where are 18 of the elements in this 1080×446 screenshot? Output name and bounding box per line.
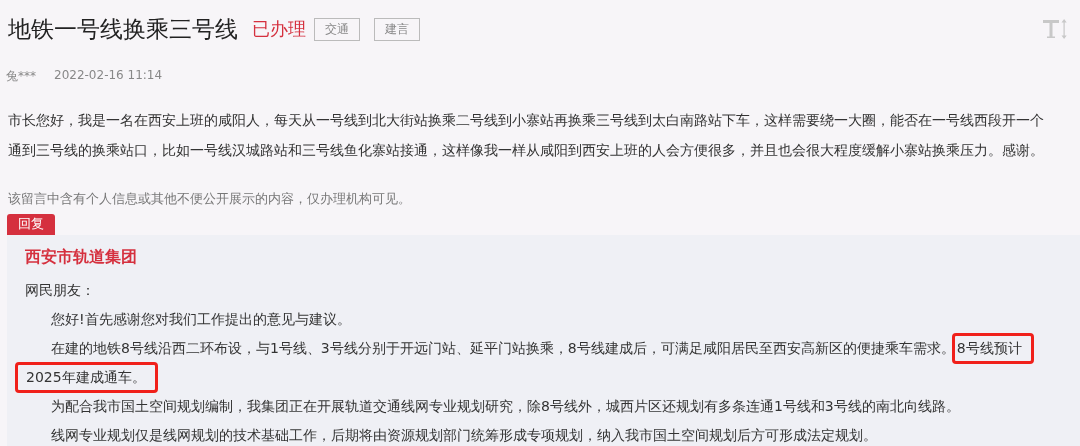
organization-name: 西安市轨道集团 (25, 247, 138, 268)
post-date: 2022-02-16 11:14 (54, 68, 163, 84)
highlighted-text: 8号线预计 (951, 333, 1034, 364)
page-title: 地铁一号线换乘三号线 (8, 14, 238, 44)
font-size-icon[interactable] (1042, 18, 1068, 40)
status-label: 已办理 (252, 17, 306, 41)
reply-text: 您好!首先感谢您对我们工作提出的意见与建议。 (51, 311, 351, 327)
reply-text: 为配合我市国土空间规划编制，我集团正在开展轨道交通线网专业规划研究，除8号线外，城西片区还规划有多条连通1号线和3号线的南北向线路。 (51, 398, 960, 414)
author-name: 兔*** (6, 68, 36, 85)
message-text: 通到三号线的换乘站口，比如一号线汉城路站和三号线鱼化寨站接通，这样像我一样从咸阳到西安上班的人会方便很多，并且也会很大程度缓解小寨站换乘压力。感谢。 (8, 141, 1044, 160)
privacy-note: 该留言中含有个人信息或其他不便公开展示的内容，仅办理机构可见。 (7, 190, 412, 208)
highlighted-text: 2025年建成通车。 (15, 362, 158, 393)
reply-text: 线网专业规划仅是线网规划的技术基础工作，后期将由资源规划部门统筹形成专项规划，纳入我市国土空间规划后方可形成法定规划。 (51, 427, 877, 443)
category-tag[interactable]: 交通 (314, 17, 360, 41)
message-text: 市长您好，我是一名在西安上班的咸阳人，每天从一号线到北大街站换乘二号线到小寨站再换乘三号线到太白南路站下车，这样需要绕一大圈，能否在一号线西段开一个 (8, 111, 1044, 130)
reply-tab[interactable]: 回复 (7, 214, 55, 235)
greeting-text: 网民朋友： (25, 282, 96, 300)
category-tag[interactable]: 建言 (374, 17, 420, 41)
